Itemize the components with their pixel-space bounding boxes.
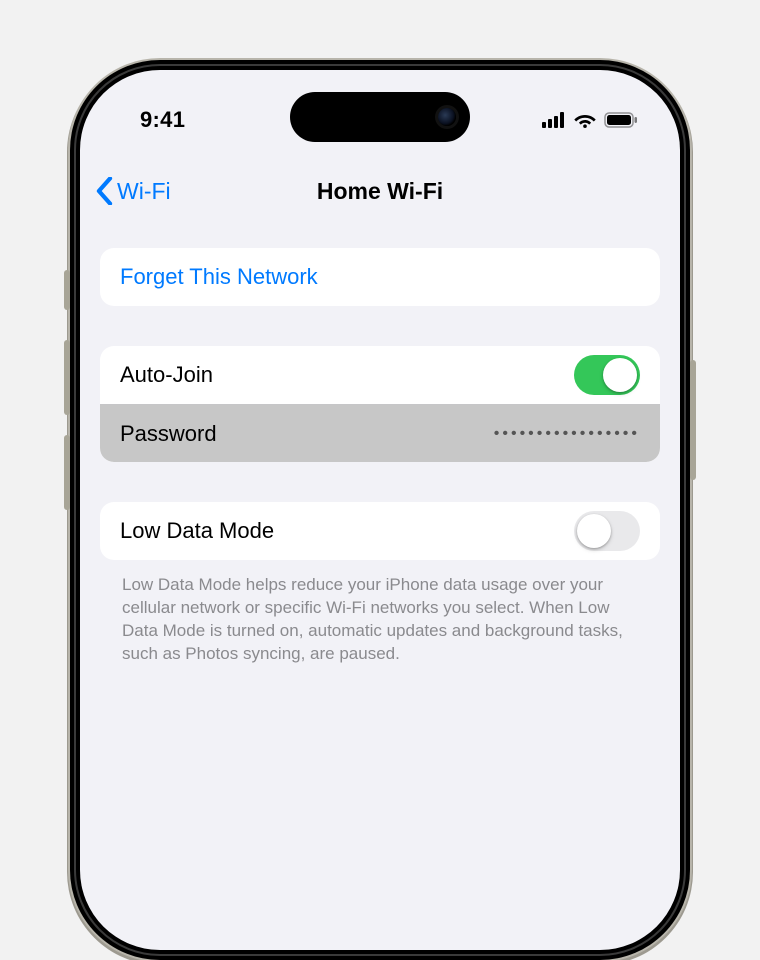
screen: 9:41 xyxy=(80,70,680,950)
volume-up-button xyxy=(64,340,70,415)
forget-group: Forget This Network xyxy=(100,248,660,306)
page-title: Home Wi-Fi xyxy=(317,178,443,205)
network-settings-group: Auto-Join Password ••••••••••••••••• xyxy=(100,346,660,462)
auto-join-toggle[interactable] xyxy=(574,355,640,395)
auto-join-row: Auto-Join xyxy=(100,346,660,404)
status-time: 9:41 xyxy=(122,107,185,133)
content: Forget This Network Auto-Join Password •… xyxy=(80,218,680,666)
front-camera-icon xyxy=(438,108,456,126)
wifi-icon xyxy=(574,112,596,128)
low-data-group: Low Data Mode xyxy=(100,502,660,560)
dynamic-island xyxy=(290,92,470,142)
toggle-knob xyxy=(577,514,611,548)
low-data-footer-text: Low Data Mode helps reduce your iPhone d… xyxy=(100,574,660,666)
cellular-icon xyxy=(542,112,566,128)
battery-icon xyxy=(604,112,638,128)
chevron-left-icon xyxy=(96,177,113,205)
forget-network-button[interactable]: Forget This Network xyxy=(100,248,660,306)
nav-bar: Wi-Fi Home Wi-Fi xyxy=(80,164,680,218)
password-value: ••••••••••••••••• xyxy=(217,425,640,443)
forget-network-label: Forget This Network xyxy=(120,264,318,290)
low-data-row: Low Data Mode xyxy=(100,502,660,560)
low-data-label: Low Data Mode xyxy=(120,518,274,544)
auto-join-label: Auto-Join xyxy=(120,362,213,388)
password-row[interactable]: Password ••••••••••••••••• xyxy=(100,404,660,462)
volume-down-button xyxy=(64,435,70,510)
password-label: Password xyxy=(120,421,217,447)
side-button xyxy=(690,360,696,480)
toggle-knob xyxy=(603,358,637,392)
ringer-switch xyxy=(64,270,70,310)
phone-frame: 9:41 xyxy=(70,60,690,960)
status-icons xyxy=(542,112,638,128)
back-button[interactable]: Wi-Fi xyxy=(96,177,171,205)
low-data-toggle[interactable] xyxy=(574,511,640,551)
back-label: Wi-Fi xyxy=(117,178,171,205)
